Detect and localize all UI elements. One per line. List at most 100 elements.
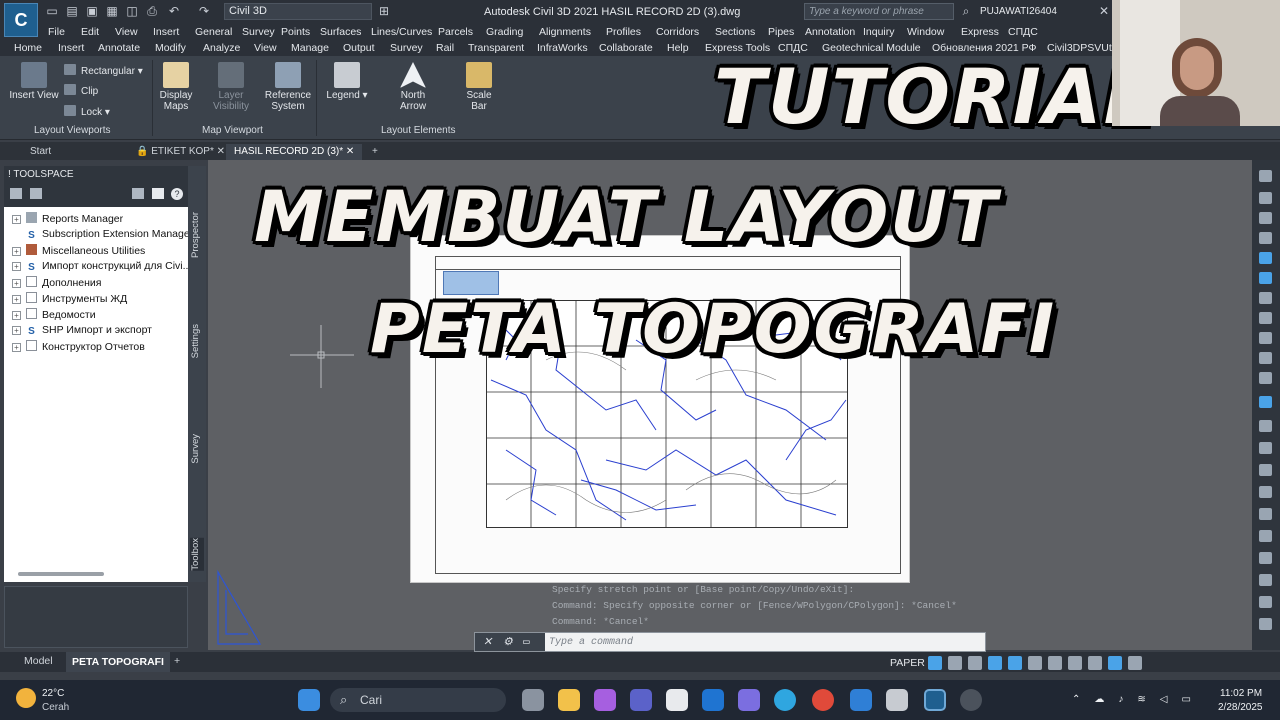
share-icon[interactable]: ⊞ [376, 4, 392, 19]
nav-tool-icon[interactable] [1259, 464, 1272, 476]
outlook-icon[interactable] [702, 689, 724, 711]
snap-toggle-icon[interactable] [948, 656, 962, 670]
user-account[interactable]: PUJAWATI26404 [980, 6, 1057, 17]
customize-icon[interactable] [1128, 656, 1142, 670]
menu-general[interactable]: General [195, 26, 232, 38]
nav-tool-icon[interactable] [1259, 252, 1272, 264]
menu-grading[interactable]: Grading [486, 26, 523, 38]
plus-icon[interactable] [1088, 656, 1102, 670]
menu-file[interactable]: File [48, 26, 65, 38]
tab-collaborate[interactable]: Collaborate [599, 42, 653, 54]
tab-manage[interactable]: Manage [291, 42, 329, 54]
annotation-scale-icon[interactable] [1028, 656, 1042, 670]
microphone-icon[interactable]: ♪ [1118, 694, 1123, 706]
toolspace-tool-icon[interactable] [30, 188, 42, 199]
tab-rail[interactable]: Rail [436, 42, 454, 54]
lock-button[interactable]: Lock ▾ [64, 105, 110, 118]
menu-window[interactable]: Window [907, 26, 944, 38]
nav-tool-icon[interactable] [1259, 352, 1272, 364]
undo-icon[interactable]: ↶ [166, 4, 182, 19]
tab-help[interactable]: Help [667, 42, 689, 54]
tree-item-rail-tools[interactable]: + Инструменты ЖД [12, 292, 127, 305]
tree-item-reports-manager[interactable]: + Reports Manager [12, 212, 123, 225]
paper-space-toggle[interactable]: PAPER [890, 657, 925, 669]
nav-tool-icon[interactable] [1259, 170, 1272, 182]
tree-item-import-constructions[interactable]: + S Импорт конструкций для Civi... [12, 260, 191, 273]
tab-peta-topografi[interactable]: PETA TOPOGRAFI [66, 652, 170, 672]
tab-transparent[interactable]: Transparent [468, 42, 524, 54]
tree-item-shp-import[interactable]: + S SHP Импорт и экспорт [12, 324, 152, 337]
speaker-icon[interactable]: ◁ [1160, 694, 1168, 706]
display-maps-button[interactable]: Display Maps [157, 62, 195, 112]
tab-insert[interactable]: Insert [58, 42, 84, 54]
vtab-survey[interactable]: Survey [190, 434, 201, 464]
tree-item-statements[interactable]: + Ведомости [12, 308, 96, 321]
civil3d-logo-button[interactable]: C [4, 3, 38, 37]
workspace-dropdown[interactable]: Civil 3D [224, 3, 372, 20]
save-icon[interactable]: ▣ [84, 4, 100, 19]
web-mobile-icon[interactable]: ◫ [124, 4, 140, 19]
menu-pipes[interactable]: Pipes [768, 26, 794, 38]
reference-system-button[interactable]: Reference System [262, 62, 314, 112]
cloud-icon[interactable]: ☁ [1094, 694, 1104, 706]
workspace-switch-icon[interactable] [1048, 656, 1062, 670]
teams-icon[interactable] [630, 689, 652, 711]
start-button[interactable] [298, 689, 320, 711]
menu-insert[interactable]: Insert [153, 26, 179, 38]
nav-tool-icon[interactable] [1259, 574, 1272, 586]
tree-item-misc-utilities[interactable]: + Miscellaneous Utilities [12, 244, 145, 257]
menu-sections[interactable]: Sections [715, 26, 755, 38]
menu-express[interactable]: Express [961, 26, 999, 38]
close-icon[interactable]: ✕ [1096, 4, 1112, 19]
tab-annotate[interactable]: Annotate [98, 42, 140, 54]
store-icon[interactable] [666, 689, 688, 711]
tab-output[interactable]: Output [343, 42, 375, 54]
menu-surfaces[interactable]: Surfaces [320, 26, 361, 38]
nav-tool-icon[interactable] [1259, 192, 1272, 204]
defender-icon[interactable] [850, 689, 872, 711]
plot-icon[interactable]: ⎙ [144, 4, 160, 19]
rectangular-button[interactable]: Rectangular ▾ [64, 64, 143, 77]
file-explorer-icon[interactable] [558, 689, 580, 711]
civil3d-taskbar-icon[interactable] [924, 689, 946, 711]
tree-item-report-builder[interactable]: + Конструктор Отчетов [12, 340, 145, 353]
vtab-toolbox[interactable]: Toolbox [190, 538, 204, 571]
clip-button[interactable]: Clip [64, 84, 98, 97]
battery-icon[interactable]: ▭ [1181, 694, 1190, 706]
weather-icon[interactable] [16, 688, 36, 708]
weather-temperature[interactable]: 22°C [42, 688, 64, 699]
copilot-icon[interactable] [594, 689, 616, 711]
help-icon[interactable]: ? [171, 188, 183, 200]
menu-edit[interactable]: Edit [81, 26, 99, 38]
toolspace-tool-icon[interactable] [132, 188, 144, 199]
nav-tool-icon[interactable] [1259, 420, 1272, 432]
nav-tool-icon[interactable] [1259, 332, 1272, 344]
nav-tool-icon[interactable] [1259, 596, 1272, 608]
nav-tool-icon[interactable] [1259, 272, 1272, 284]
vtab-settings[interactable]: Settings [190, 324, 201, 358]
nav-tool-icon[interactable] [1259, 312, 1272, 324]
nav-tool-icon[interactable] [1259, 212, 1272, 224]
obs-icon[interactable] [960, 689, 982, 711]
nav-tool-icon[interactable] [1259, 292, 1272, 304]
menu-parcels[interactable]: Parcels [438, 26, 473, 38]
nav-tool-icon[interactable] [1259, 396, 1272, 408]
grid-toggle-icon[interactable] [928, 656, 942, 670]
toolspace-tool-icon[interactable] [152, 188, 164, 199]
tab-infraworks[interactable]: InfraWorks [537, 42, 588, 54]
clock-time[interactable]: 11:02 PM [1220, 688, 1262, 699]
layer-visibility-button[interactable]: Layer Visibility [208, 62, 254, 112]
menu-lines-curves[interactable]: Lines/Curves [371, 26, 432, 38]
horizontal-scrollbar[interactable] [18, 572, 104, 576]
wifi-icon[interactable]: ≋ [1137, 694, 1145, 706]
nav-tool-icon[interactable] [1259, 372, 1272, 384]
chevron-up-icon[interactable]: ⌃ [1072, 694, 1080, 706]
nav-tool-icon[interactable] [1259, 552, 1272, 564]
scale-bar-button[interactable]: Scale Bar [462, 62, 496, 112]
nav-tool-icon[interactable] [1259, 530, 1272, 542]
gear-icon[interactable] [1068, 656, 1082, 670]
command-line-input[interactable]: ✕ ⚙ ▭ Type a command [474, 632, 986, 652]
new-tab-button[interactable]: + [364, 144, 386, 160]
taskbar-search[interactable]: ⌕ Cari [330, 688, 506, 712]
north-arrow-button[interactable]: North Arrow [394, 62, 432, 112]
